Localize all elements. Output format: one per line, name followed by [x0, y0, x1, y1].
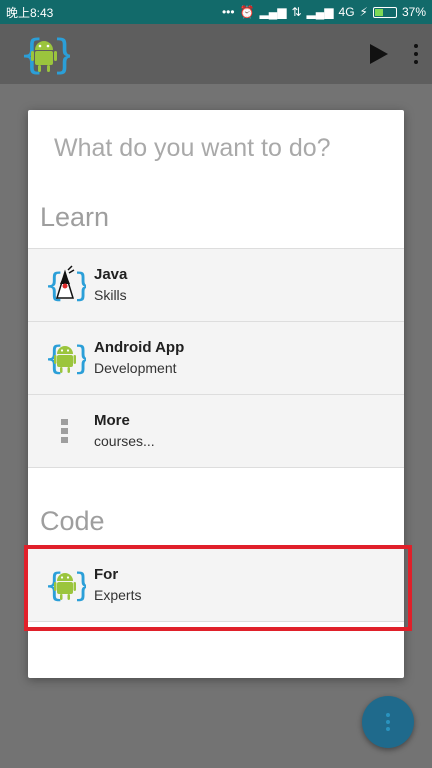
battery-icon [372, 6, 397, 18]
highlight-box [24, 545, 412, 631]
java-duke-braces-icon: { } [44, 264, 86, 306]
item-title: Java [94, 266, 128, 283]
charging-icon: ⚡ [359, 5, 368, 19]
android-braces-icon: { } [44, 337, 86, 379]
app-bar: { } [0, 24, 432, 84]
status-bar: 晚上8:43 ••• ⏰ ▂▄▆ ⇅ ▂▄▆ 4G ⚡ 37% [0, 0, 432, 24]
network-type: 4G [338, 5, 355, 19]
svg-text:}: } [73, 266, 86, 304]
alarm-icon: ⏰ [239, 5, 255, 19]
signal-icon: ▂▄▆ [259, 5, 287, 19]
signal-icon-2: ▂▄▆ [306, 5, 334, 19]
list-item-more-courses[interactable]: More courses... [28, 395, 404, 468]
status-time: 晚上8:43 [6, 5, 54, 20]
dialog-title: What do you want to do? [54, 134, 331, 162]
battery-percent: 37% [401, 5, 426, 19]
code-section-label: Code [40, 506, 105, 536]
fab-more-button[interactable] [362, 696, 414, 748]
more-vert-icon [44, 410, 86, 452]
list-item-java[interactable]: { } Java Skills [28, 249, 404, 322]
list-item-android-app[interactable]: { } Android App Development [28, 322, 404, 395]
android-braces-logo-icon[interactable]: { } [18, 28, 70, 80]
more-dots-icon: ••• [221, 5, 235, 19]
learn-list: { } Java Skills { } [28, 248, 404, 468]
item-title: Android App [94, 339, 185, 356]
learn-section-label: Learn [40, 202, 110, 232]
item-subtitle: Skills [94, 287, 127, 303]
data-arrows-icon: ⇅ [291, 5, 302, 19]
item-subtitle: Development [94, 360, 177, 376]
status-icons: ••• ⏰ ▂▄▆ ⇅ ▂▄▆ 4G ⚡ 37% [222, 5, 426, 19]
item-subtitle: courses... [94, 433, 155, 449]
play-icon[interactable] [370, 44, 388, 64]
more-vert-icon[interactable] [414, 44, 418, 64]
item-title: More [94, 412, 130, 429]
